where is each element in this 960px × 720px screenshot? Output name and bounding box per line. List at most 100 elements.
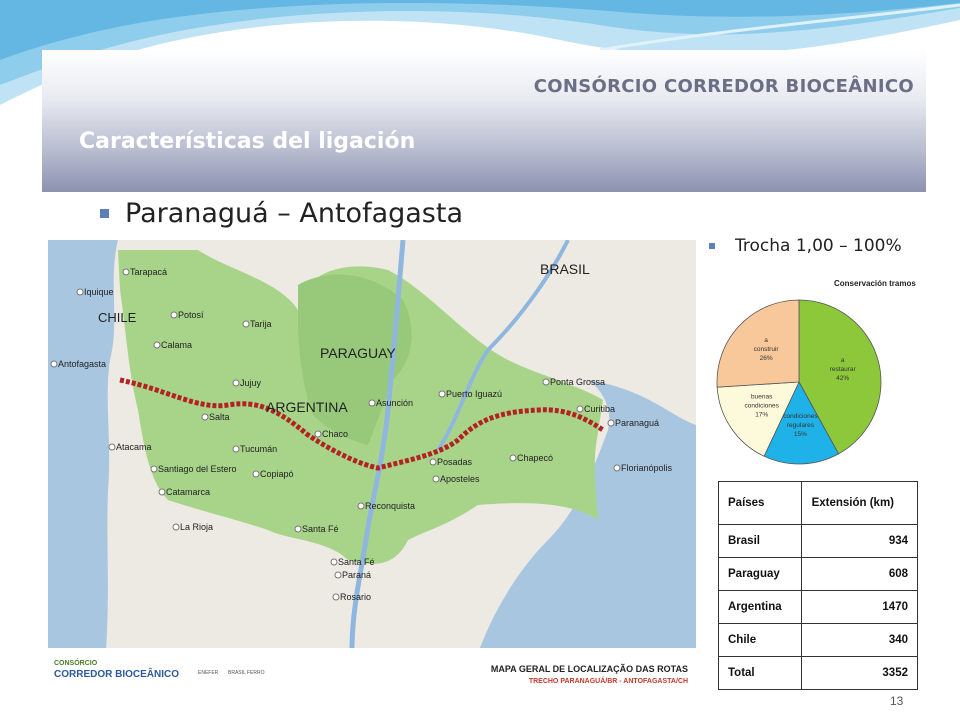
country-label: PARAGUAY — [320, 345, 396, 361]
bullet-main-text: Paranaguá – Antofagasta — [125, 198, 464, 229]
table-row: Chile 340 — [718, 623, 919, 657]
city-label: Ponta Grossa — [550, 377, 605, 387]
pie-slice-label: condiciones — [745, 402, 780, 409]
table-row: Total 3352 — [718, 656, 919, 690]
city-marker — [76, 288, 84, 296]
table-header-row: Países Extensión (km) — [718, 481, 919, 525]
bullet-gauge-text: Trocha 1,00 – 100% — [735, 236, 902, 256]
city-label: Paraná — [342, 570, 371, 580]
pie-slice — [716, 299, 800, 388]
city-marker — [252, 470, 260, 478]
table-row: Paraguay 608 — [718, 557, 919, 591]
city-marker — [576, 405, 584, 413]
city-label: Posadas — [437, 457, 473, 467]
route-map: CONSÓRCIO CORREDOR BIOCEÂNICO ENEFER BRA… — [48, 240, 696, 688]
city-marker — [332, 593, 340, 601]
city-label: Santiago del Estero — [158, 464, 237, 474]
bullet-gauge: Trocha 1,00 – 100% — [709, 236, 902, 256]
city-label: Salta — [209, 412, 230, 422]
city-marker — [153, 341, 161, 349]
footer-logo-small: CONSÓRCIO — [54, 658, 98, 667]
header-extension: Extensión (km) — [800, 481, 919, 525]
city-label: Jujuy — [240, 378, 262, 388]
city-marker — [432, 475, 440, 483]
city-marker — [172, 523, 180, 531]
city-label: Paranaguá — [615, 418, 659, 428]
conservation-pie-chart: a restaurar 42% condiciones regulares 15% buen… — [716, 299, 882, 465]
country-cell: Brasil — [718, 524, 802, 558]
city-marker — [170, 311, 178, 319]
table-row: Argentina 1470 — [718, 590, 919, 624]
city-marker — [232, 445, 240, 453]
city-label: Copiapó — [260, 469, 294, 479]
extension-cell: 340 — [800, 623, 919, 657]
country-cell: Chile — [718, 623, 802, 657]
extension-cell: 3352 — [800, 656, 919, 690]
extension-cell: 1470 — [800, 590, 919, 624]
pie-value-label: 26% — [760, 355, 773, 362]
city-marker — [122, 268, 130, 276]
city-label: Santa Fé — [302, 524, 339, 534]
city-label: Antofagasta — [58, 359, 106, 369]
country-cell: Argentina — [718, 590, 802, 624]
city-marker — [158, 488, 166, 496]
pie-slice-label: a — [764, 337, 768, 344]
city-label: Iquique — [84, 287, 114, 297]
city-marker — [368, 399, 376, 407]
city-label: Potosí — [178, 310, 204, 320]
city-marker — [438, 390, 446, 398]
extension-cell: 934 — [800, 524, 919, 558]
header-band: CONSÓRCIO CORREDOR BIOCEÂNICO Caracterís… — [42, 50, 926, 192]
city-label: Atacama — [116, 442, 152, 452]
city-label: Reconquista — [365, 501, 415, 511]
city-label: Tarapacá — [130, 267, 167, 277]
footer-logo-big: CORREDOR BIOCEÂNICO — [54, 667, 179, 680]
city-label: Aposteles — [440, 474, 480, 484]
city-marker — [314, 430, 322, 438]
pie-value-label: 17% — [755, 411, 768, 418]
city-marker — [150, 465, 158, 473]
city-marker — [429, 458, 437, 466]
city-marker — [509, 454, 517, 462]
city-marker — [330, 558, 338, 566]
city-marker — [242, 320, 250, 328]
country-label: ARGENTINA — [266, 399, 348, 415]
city-marker — [232, 379, 240, 387]
bullet-square-icon — [100, 209, 109, 218]
city-marker — [357, 502, 365, 510]
city-label: Puerto Iguazú — [446, 389, 502, 399]
footer-map-subtitle: TRECHO PARANAGUÁ/BR - ANTOFAGASTA/CH — [529, 676, 688, 685]
city-marker — [613, 464, 621, 472]
slide-title: Características del ligación — [79, 129, 416, 154]
city-label: Santa Fé — [338, 557, 375, 567]
city-marker — [334, 571, 342, 579]
city-label: Tucumán — [240, 444, 277, 454]
city-label: Chaco — [322, 429, 348, 439]
city-label: Calama — [161, 340, 192, 350]
header-countries: Países — [718, 481, 802, 525]
city-marker — [108, 443, 116, 451]
city-marker — [607, 419, 615, 427]
city-label: Tarija — [250, 319, 272, 329]
city-marker — [294, 525, 302, 533]
city-label: Asunción — [376, 398, 413, 408]
pie-slice-label: buenas — [751, 393, 773, 400]
pie-title: Conservación tramos — [834, 279, 916, 288]
footer-map-title: MAPA GERAL DE LOCALIZAÇÃO DAS ROTAS — [491, 664, 688, 674]
bullet-main: Paranaguá – Antofagasta — [100, 198, 463, 229]
city-label: Curitiba — [584, 404, 615, 414]
pie-value-label: 42% — [836, 375, 849, 382]
country-cell: Total — [718, 656, 802, 690]
brand-name: CONSÓRCIO CORREDOR BIOCEÂNICO — [533, 76, 914, 97]
page-number: 13 — [890, 694, 904, 708]
city-label: La Rioja — [180, 522, 213, 532]
city-label: Florianópolis — [621, 463, 673, 473]
bullet-square-icon — [709, 243, 715, 249]
slide: CONSÓRCIO CORREDOR BIOCEÂNICO Caracterís… — [0, 0, 960, 720]
country-cell: Paraguay — [718, 557, 802, 591]
pie-slice-label: condiciones — [783, 413, 818, 420]
pie-slice-label: restaurar — [830, 366, 857, 373]
city-label: Chapecó — [517, 453, 553, 463]
city-marker — [201, 413, 209, 421]
city-marker — [542, 378, 550, 386]
